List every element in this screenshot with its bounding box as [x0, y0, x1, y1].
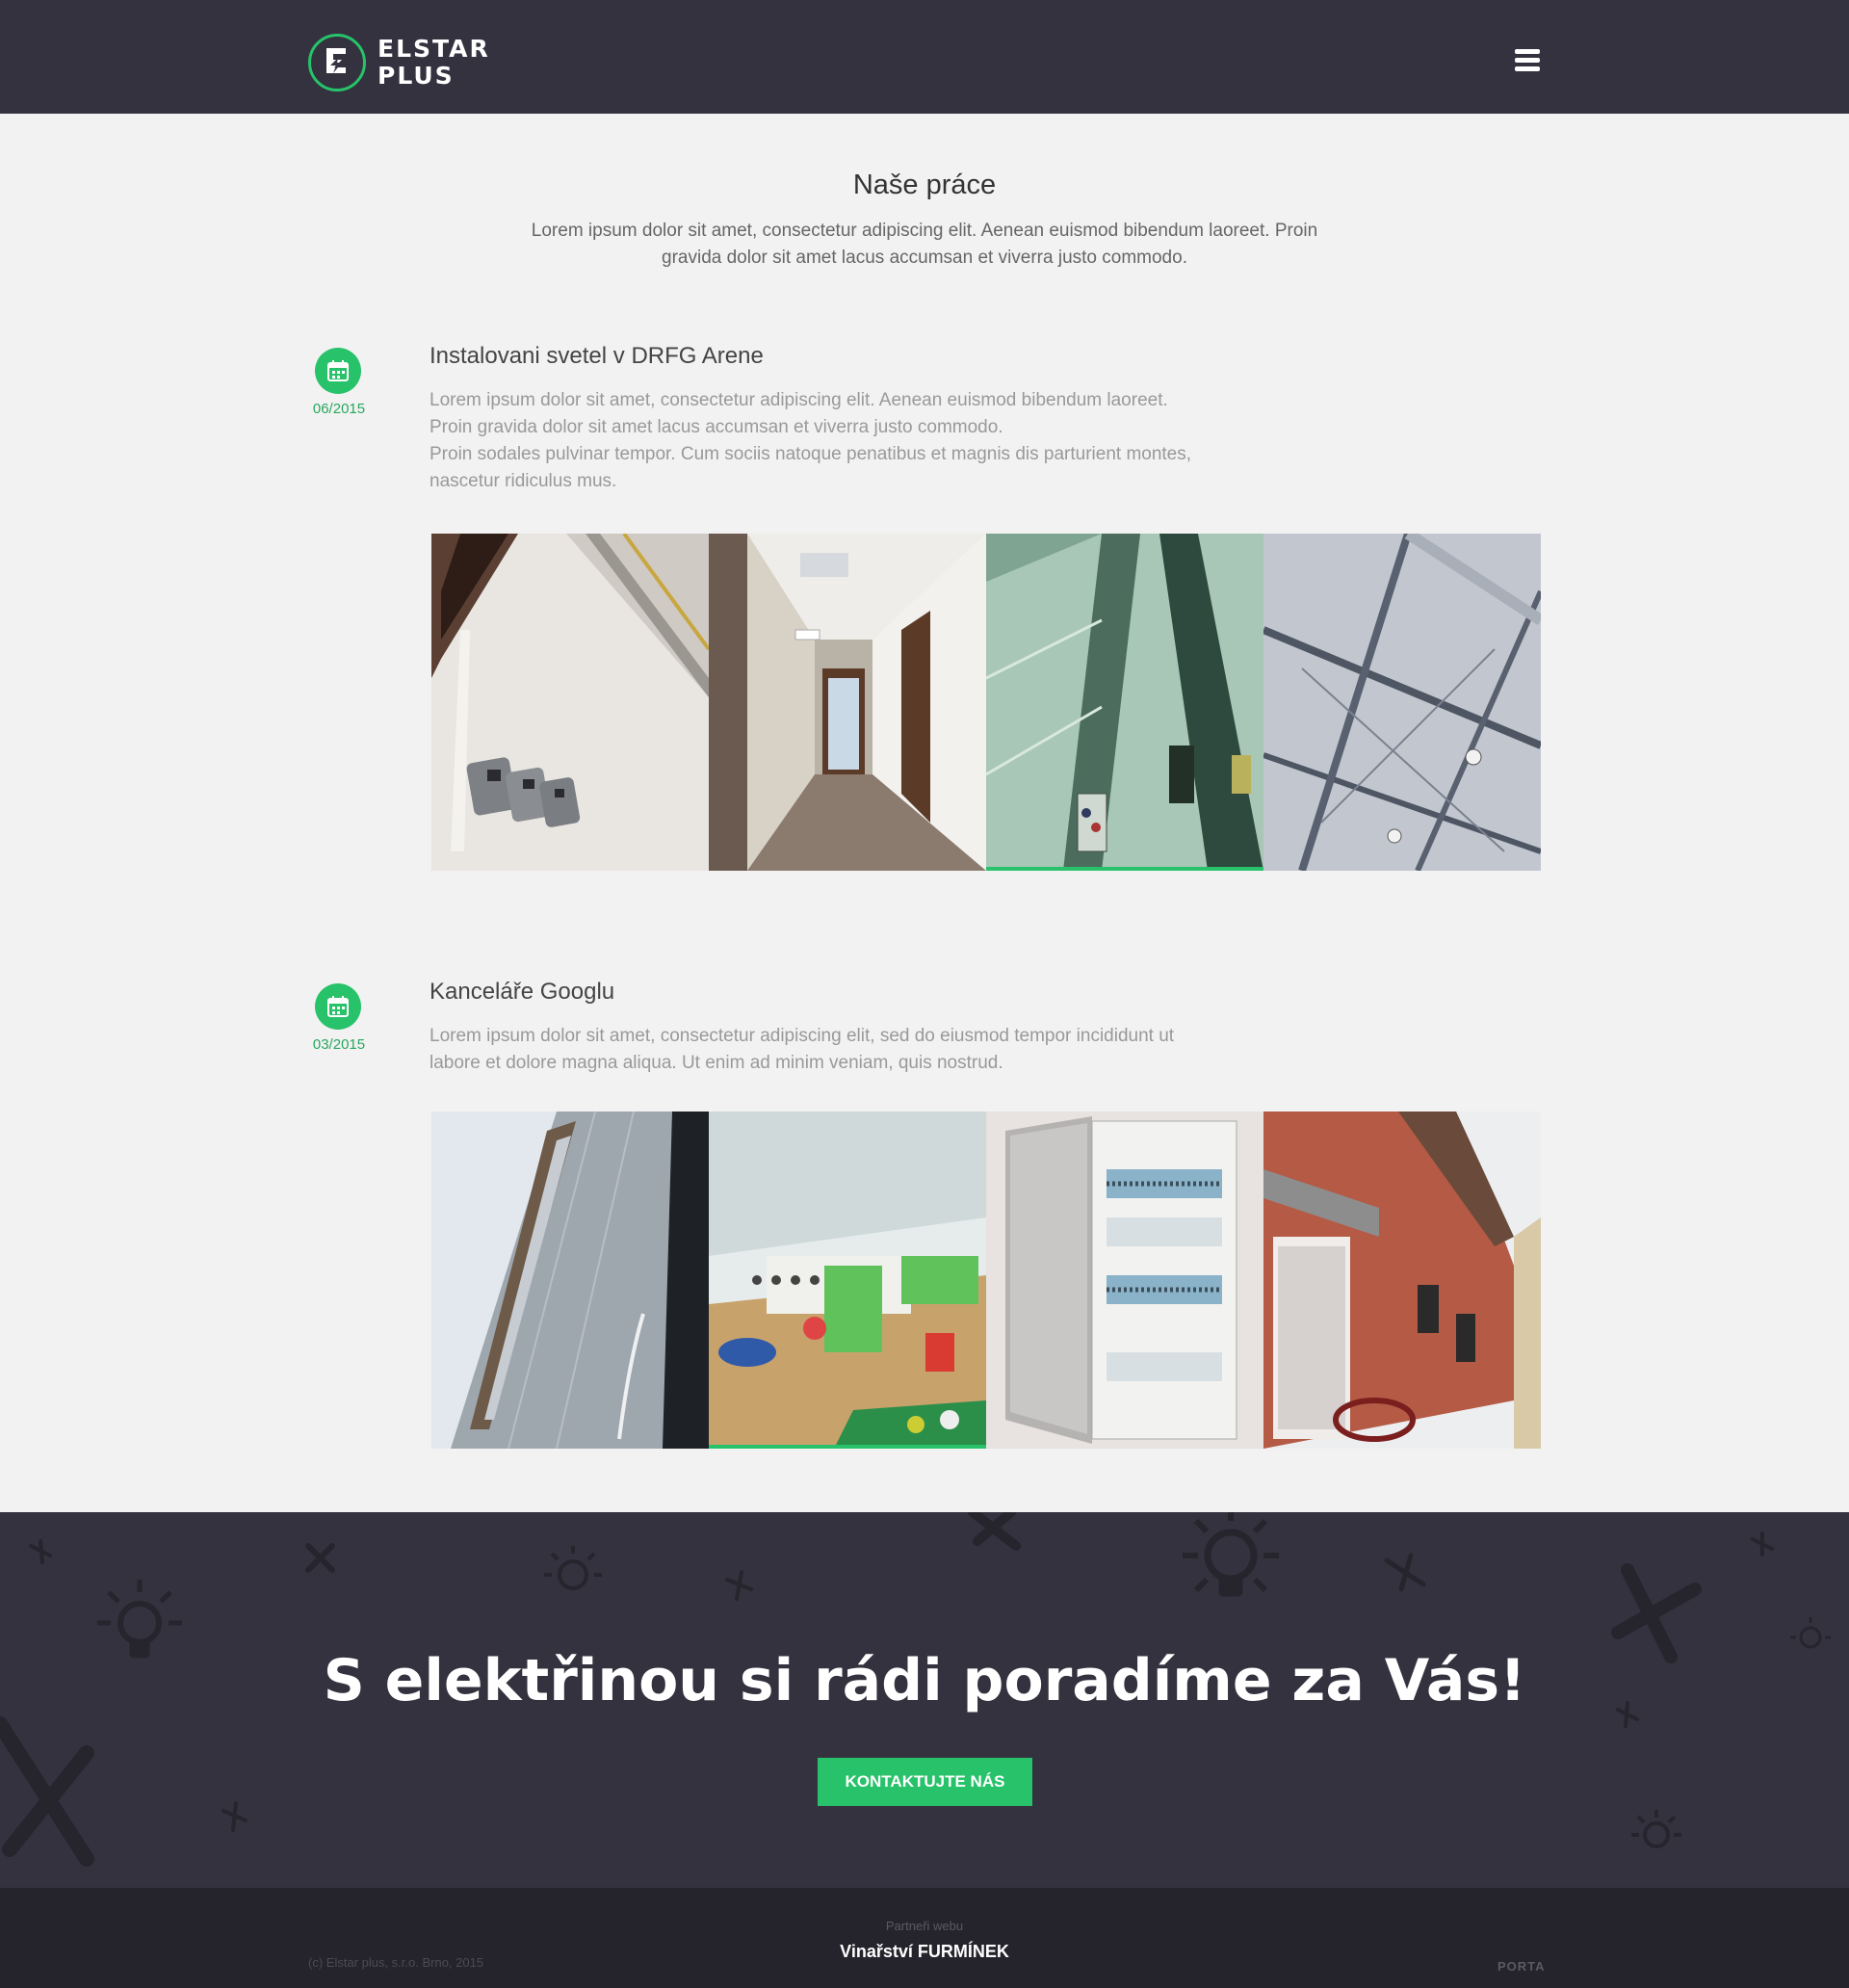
project-date: 06/2015 — [312, 401, 366, 417]
cta-heading: S elektřinou si rádi poradíme za Vás! — [323, 1647, 1526, 1714]
calendar-icon — [315, 983, 361, 1030]
description-line: Lorem ipsum dolor sit amet, consectetur … — [430, 1026, 1175, 1046]
cta-section: S elektřinou si rádi poradíme za Vás! KO… — [0, 1512, 1849, 1888]
logo-text: ELSTAR PLUS — [378, 36, 490, 90]
site-header: ELSTAR PLUS — [0, 0, 1849, 114]
description-line: Proin gravida dolor sit amet lacus accum… — [430, 417, 1003, 437]
office-interior-photo[interactable] — [709, 1112, 986, 1449]
project-gallery — [431, 1112, 1541, 1449]
description-line: nascetur ridiculus mus. — [430, 471, 617, 491]
page-intro: Lorem ipsum dolor sit amet, consectetur … — [531, 221, 1318, 268]
description-line: labore et dolore magna aliqua. Ut enim a… — [430, 1053, 1003, 1073]
calendar-icon — [315, 348, 361, 394]
logo-line-2: PLUS — [378, 62, 455, 90]
switchboard-photo[interactable] — [986, 1112, 1263, 1449]
hallway-photo[interactable] — [709, 534, 986, 871]
hamburger-menu-icon[interactable] — [1515, 49, 1540, 74]
logo-line-1: ELSTAR — [378, 35, 490, 63]
wall-socket-photo[interactable] — [431, 534, 709, 871]
logo-icon — [308, 34, 366, 92]
project-title: Kanceláře Googlu — [430, 979, 615, 1005]
brick-house-photo[interactable] — [1263, 1112, 1541, 1449]
project-description: Lorem ipsum dolor sit amet, consectetur … — [430, 387, 1248, 495]
description-line: Lorem ipsum dolor sit amet, consectetur … — [430, 390, 1168, 410]
facade-photo[interactable] — [431, 1112, 709, 1449]
partners-label: Partneři webu — [885, 1919, 964, 1933]
project-title: Instalovani svetel v DRFG Arene — [430, 343, 764, 369]
description-line: Proin sodales pulvinar tempor. Cum socii… — [430, 444, 1192, 464]
site-footer: (c) Elstar plus, s.r.o. Brno, 2015 Partn… — [0, 1888, 1849, 1988]
porta-logo[interactable]: PORTA — [1497, 1959, 1546, 1974]
logo[interactable]: ELSTAR PLUS — [308, 34, 490, 92]
green-wall-panel-photo[interactable] — [986, 534, 1263, 871]
contact-us-button[interactable]: KONTAKTUJTE NÁS — [818, 1758, 1032, 1806]
partner-link[interactable]: Vinařství FURMÍNEK — [0, 1942, 1849, 1962]
project-description: Lorem ipsum dolor sit amet, consectetur … — [430, 1023, 1248, 1077]
project-gallery — [431, 534, 1541, 871]
roof-structure-photo[interactable] — [1263, 534, 1541, 871]
page-title: Naše práce — [852, 170, 997, 200]
project-date: 03/2015 — [312, 1036, 366, 1053]
